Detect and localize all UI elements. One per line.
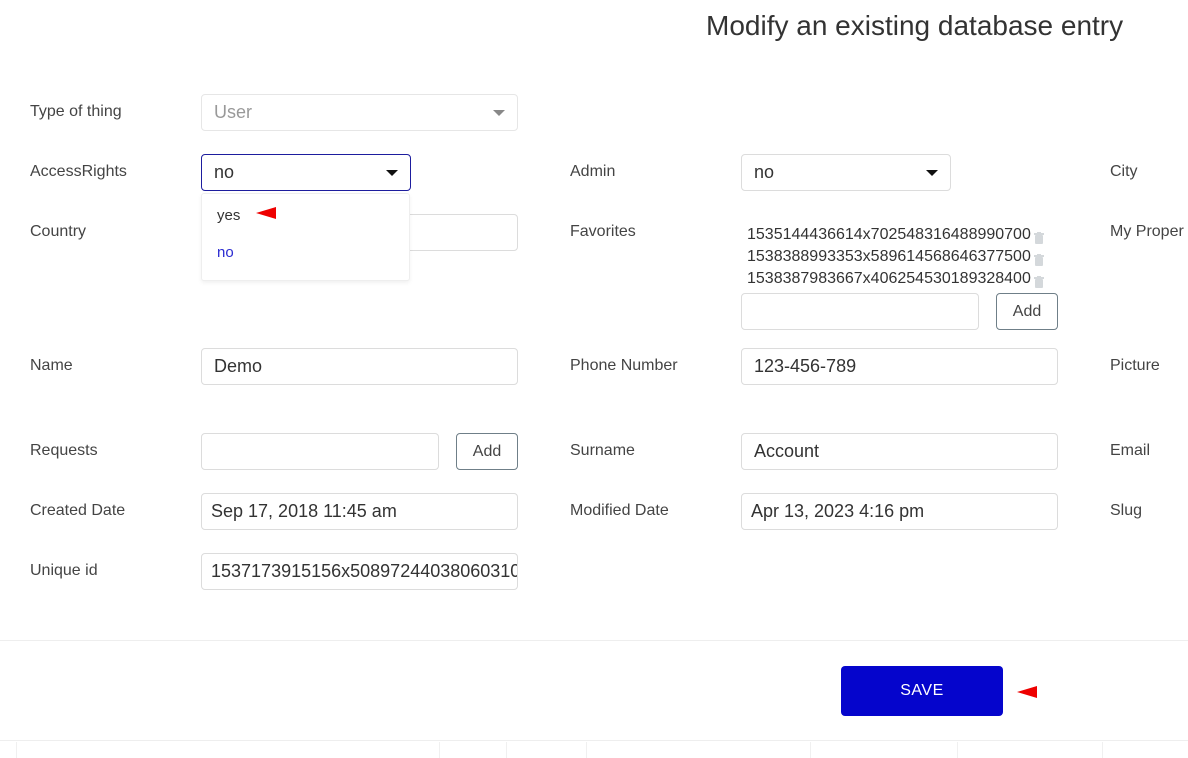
requests-label: Requests bbox=[30, 442, 98, 459]
phone-number-label: Phone Number bbox=[570, 357, 678, 374]
chevron-down-icon bbox=[493, 110, 505, 116]
admin-value: no bbox=[754, 162, 775, 182]
created-date-value: Sep 17, 2018 11:45 am bbox=[211, 501, 397, 521]
access-rights-dropdown: yes no bbox=[201, 193, 410, 281]
column-separator bbox=[439, 742, 440, 758]
requests-input[interactable] bbox=[201, 433, 439, 470]
surname-value: Account bbox=[754, 441, 820, 461]
created-date-input[interactable]: Sep 17, 2018 11:45 am bbox=[201, 493, 518, 530]
access-rights-select[interactable]: no bbox=[201, 154, 411, 191]
trash-icon[interactable] bbox=[1033, 229, 1044, 244]
trash-icon[interactable] bbox=[1033, 251, 1044, 266]
modified-date-value: Apr 13, 2023 4:16 pm bbox=[751, 501, 925, 521]
save-button[interactable]: SAVE bbox=[841, 666, 1003, 716]
annotation-arrow-icon bbox=[1017, 686, 1037, 698]
divider bbox=[0, 640, 1188, 641]
picture-label: Picture bbox=[1110, 357, 1160, 374]
favorites-input[interactable] bbox=[741, 293, 979, 330]
country-label: Country bbox=[30, 223, 87, 240]
favorite-item: 1535144436614x702548316488990700 bbox=[747, 224, 1044, 246]
type-of-thing-value: User bbox=[214, 102, 253, 122]
chevron-down-icon bbox=[926, 170, 938, 176]
name-value: Demo bbox=[214, 356, 263, 376]
favorite-id: 1538387983667x406254530189328400 bbox=[747, 270, 1031, 287]
requests-add-button[interactable]: Add bbox=[456, 433, 518, 470]
column-separator bbox=[586, 742, 587, 758]
favorites-list: 1535144436614x702548316488990700 1538388… bbox=[747, 224, 1044, 290]
option-yes[interactable]: yes bbox=[217, 207, 240, 224]
chevron-down-icon bbox=[386, 170, 398, 176]
annotation-arrow-icon bbox=[256, 207, 276, 219]
trash-icon[interactable] bbox=[1033, 273, 1044, 288]
column-separator bbox=[16, 742, 17, 758]
admin-label: Admin bbox=[570, 163, 616, 180]
favorites-label: Favorites bbox=[570, 223, 636, 240]
unique-id-label: Unique id bbox=[30, 562, 98, 579]
my-properties-label: My Proper bbox=[1110, 223, 1184, 240]
favorites-add-button[interactable]: Add bbox=[996, 293, 1058, 330]
created-date-label: Created Date bbox=[30, 502, 126, 519]
phone-number-value: 123-456-789 bbox=[754, 356, 857, 376]
name-input[interactable]: Demo bbox=[201, 348, 518, 385]
favorite-id: 1538388993353x589614568646377500 bbox=[747, 248, 1031, 265]
access-rights-label: AccessRights bbox=[30, 163, 127, 180]
city-label: City bbox=[1110, 163, 1138, 180]
column-separator bbox=[810, 742, 811, 758]
surname-input[interactable]: Account bbox=[741, 433, 1058, 470]
type-of-thing-select[interactable]: User bbox=[201, 94, 518, 131]
modified-date-input[interactable]: Apr 13, 2023 4:16 pm bbox=[741, 493, 1058, 530]
page-title: Modify an existing database entry bbox=[706, 10, 1124, 41]
email-label: Email bbox=[1110, 442, 1151, 459]
column-separator bbox=[506, 742, 507, 758]
phone-number-input[interactable]: 123-456-789 bbox=[741, 348, 1058, 385]
favorite-item: 1538388993353x589614568646377500 bbox=[747, 246, 1044, 268]
unique-id-value: 1537173915156x508972440380603100 bbox=[211, 561, 518, 581]
access-rights-value: no bbox=[214, 162, 235, 182]
favorite-id: 1535144436614x702548316488990700 bbox=[747, 226, 1031, 243]
option-no[interactable]: no bbox=[217, 244, 234, 261]
name-label: Name bbox=[30, 357, 73, 374]
divider bbox=[0, 740, 1188, 741]
favorite-item: 1538387983667x406254530189328400 bbox=[747, 268, 1044, 290]
type-of-thing-label: Type of thing bbox=[30, 103, 122, 120]
unique-id-input[interactable]: 1537173915156x508972440380603100 bbox=[201, 553, 518, 590]
surname-label: Surname bbox=[570, 442, 635, 459]
slug-label: Slug bbox=[1110, 502, 1143, 519]
column-separator bbox=[1102, 742, 1103, 758]
column-separator bbox=[957, 742, 958, 758]
modified-date-label: Modified Date bbox=[570, 502, 669, 519]
admin-select[interactable]: no bbox=[741, 154, 951, 191]
